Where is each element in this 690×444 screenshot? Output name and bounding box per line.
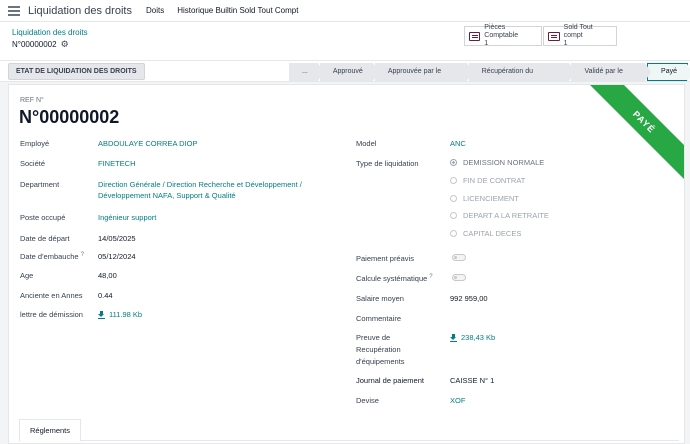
status-bar: ETAT DE LIQUIDATION DES DROITS ... Appro… [0, 60, 690, 93]
preuve-download[interactable]: 238,43 Kb [450, 333, 495, 342]
menu-historique[interactable]: Historique Builtin Sold Tout Compt [177, 6, 298, 15]
paiement-preavis-label: Paiement préavis [356, 254, 414, 263]
date-depart-field[interactable]: 14/05/2025 [98, 234, 136, 243]
stage-more[interactable]: ... [289, 63, 324, 81]
apps-menu-icon[interactable] [8, 5, 20, 16]
type-liquidation-label: Type de liquidation [356, 159, 419, 168]
employe-label: Employé [20, 139, 50, 148]
accounting-doc-icon [548, 31, 560, 41]
department-field[interactable]: Direction Générale / Direction Recherche… [98, 180, 302, 202]
smart-button-pieces-comptable[interactable]: Pièces Comptable 1 [464, 24, 542, 47]
accounting-doc-icon [469, 31, 481, 41]
lettre-download[interactable]: 111.98 Kb [98, 310, 142, 319]
stage-approuvee-daf[interactable]: Approuvée par le DAF [374, 63, 473, 93]
model-field[interactable]: ANC [450, 139, 466, 148]
societe-label: Société [20, 159, 46, 168]
breadcrumb-current: N°00000002 ⚙ [12, 39, 69, 50]
poste-label: Poste occupé [20, 213, 66, 222]
commentaire-label: Commentaire [356, 314, 402, 323]
smart-button-sold-tout-compt[interactable]: Sold Tout compt 1 [543, 24, 617, 47]
age-field[interactable]: 48,00 [98, 271, 117, 280]
department-line-2: Développement NAFA, Support & Qualité [98, 191, 236, 200]
radio-dot [450, 212, 457, 219]
stage-paye[interactable]: Payé [647, 63, 690, 82]
menu-doits[interactable]: Doits [146, 6, 164, 15]
form-sheet: PAYÉ REF N° N°00000002 Employé ABDOULAYE… [8, 84, 685, 444]
paid-ribbon: PAYÉ [586, 85, 684, 180]
age-label: Age [20, 271, 34, 280]
date-embauche-field[interactable]: 05/12/2024 [98, 252, 136, 261]
radio-fin-de-contrat[interactable]: FIN DE CONTRAT [450, 176, 525, 185]
radio-dot [450, 230, 457, 237]
etat-liquidation-button[interactable]: ETAT DE LIQUIDATION DES DROITS [8, 63, 145, 80]
radio-demission-normale[interactable]: DEMISSION NORMALE [450, 158, 544, 167]
lettre-size: 111.98 Kb [109, 310, 143, 319]
record-name: N°00000002 [12, 40, 57, 49]
radio-dot [450, 159, 457, 166]
radio-dot [450, 177, 457, 184]
journal-field[interactable]: CAISSE N° 1 [450, 376, 494, 385]
smart-button-label: Pièces Comptable [484, 24, 519, 39]
department-line-1: Direction Générale / Direction Recherche… [98, 180, 302, 189]
radio-licenciement[interactable]: LICENCIEMENT [450, 194, 519, 203]
tab-reglements[interactable]: Réglements [19, 419, 82, 442]
salaire-field[interactable]: 992 959,00 [450, 294, 488, 303]
date-depart-label: Date de départ [20, 234, 70, 243]
stage-recuperation-materiel[interactable]: Récupération du Matériel [468, 63, 576, 93]
calcule-label: Calcule systématique? [356, 274, 433, 283]
gear-icon[interactable]: ⚙ [61, 39, 69, 50]
smart-button-count: 1 [484, 40, 489, 47]
ref-value: N°00000002 [19, 107, 120, 127]
department-label: Department [20, 180, 60, 189]
help-tooltip-icon[interactable]: ? [429, 274, 432, 280]
date-embauche-label: Date d'embauche? [20, 252, 84, 261]
model-label: Model [356, 139, 377, 148]
preuve-size: 238,43 Kb [461, 333, 496, 342]
ref-label: REF N° [20, 97, 44, 104]
download-icon [450, 334, 457, 342]
employe-field[interactable]: ABDOULAYE CORREA DIOP [98, 139, 197, 148]
anciente-field[interactable]: 0.44 [98, 291, 113, 300]
radio-depart-retraite[interactable]: DEPART A LA RETRAITE [450, 211, 549, 220]
top-navbar: Liquidation des droits Doits Historique … [0, 0, 690, 22]
devise-field[interactable]: XOF [450, 396, 465, 405]
calcule-toggle[interactable] [452, 274, 466, 281]
radio-capital-deces[interactable]: CAPITAL DECES [450, 229, 521, 238]
breadcrumb-parent[interactable]: Liquidation des droits [12, 28, 88, 37]
notebook-tabs: Réglements [19, 419, 679, 442]
preuve-label: Preuve de Recupération d'équipements [356, 333, 405, 366]
control-panel: Liquidation des droits N°00000002 ⚙ Pièc… [0, 22, 690, 60]
stage-valide-dg[interactable]: Validé par le DG [571, 63, 651, 93]
poste-field[interactable]: Ingénieur support [98, 213, 156, 222]
stage-approuve[interactable]: Approuvé [319, 63, 379, 81]
societe-field[interactable]: FINETECH [98, 159, 136, 168]
radio-dot [450, 195, 457, 202]
lettre-label: lettre de démission [20, 310, 83, 319]
smart-button-label: Sold Tout compt [563, 24, 593, 39]
anciente-label: Anciente en Annes [20, 291, 83, 300]
stage-pipeline: ... Approuvé Approuvée par le DAF Récupé… [289, 63, 690, 93]
help-tooltip-icon[interactable]: ? [81, 252, 84, 258]
app-title[interactable]: Liquidation des droits [28, 5, 132, 17]
smart-button-count: 1 [563, 40, 568, 47]
devise-label: Devise [356, 396, 379, 405]
salaire-label: Salaire moyen [356, 294, 404, 303]
paiement-preavis-toggle[interactable] [452, 254, 466, 261]
download-icon [98, 311, 105, 319]
journal-label: Journal de paiement [356, 376, 424, 385]
